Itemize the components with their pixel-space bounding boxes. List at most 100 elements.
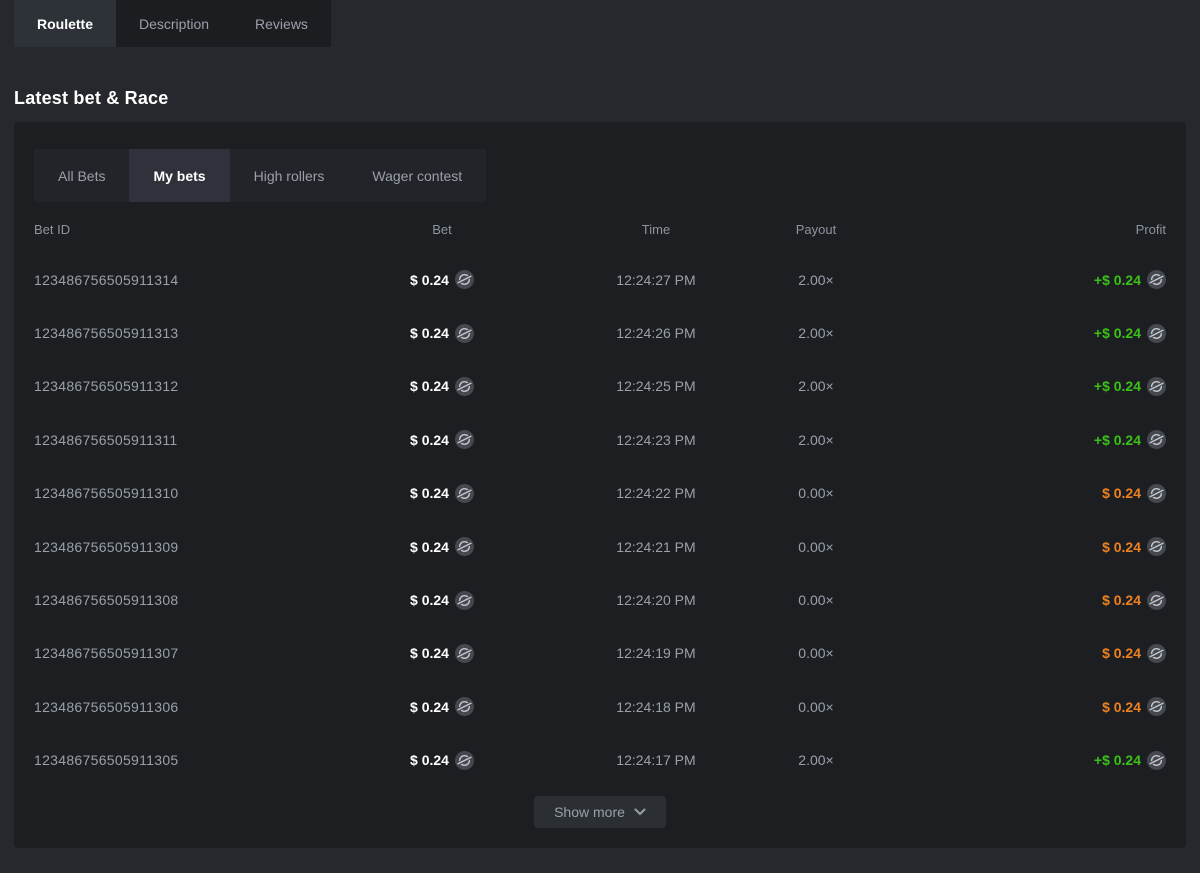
bet-id: 123486756505911314 [34,272,334,288]
profit-amount: +$ 0.24 [1094,752,1141,768]
bet-id: 123486756505911311 [34,432,334,448]
profit-amount: $ 0.24 [1102,699,1141,715]
chevron-down-icon [634,808,646,816]
tab-high-rollers[interactable]: High rollers [230,149,349,202]
tab-roulette[interactable]: Roulette [14,0,116,47]
bet-amount: $ 0.24 [410,699,449,715]
bet-time: 12:24:23 PM [550,432,762,448]
bet-amount: $ 0.24 [410,272,449,288]
stellar-coin-icon [455,324,474,343]
stellar-coin-icon [1147,697,1166,716]
bet-time: 12:24:25 PM [550,378,762,394]
bet-row: 123486756505911307 $ 0.24 12:24:19 PM 0.… [34,627,1166,680]
bet-row: 123486756505911306 $ 0.24 12:24:18 PM 0.… [34,680,1166,733]
stellar-coin-icon [1147,270,1166,289]
bet-payout: 0.00× [762,645,870,661]
column-header-payout: Payout [762,222,870,237]
bet-row: 123486756505911311 $ 0.24 12:24:23 PM 2.… [34,413,1166,466]
stellar-coin-icon [455,377,474,396]
tab-reviews[interactable]: Reviews [232,0,331,47]
stellar-coin-icon [1147,377,1166,396]
bet-amount: $ 0.24 [410,592,449,608]
bet-profit-cell: +$ 0.24 [870,270,1166,289]
profit-amount: $ 0.24 [1102,539,1141,555]
bet-row: 123486756505911310 $ 0.24 12:24:22 PM 0.… [34,467,1166,520]
bet-payout: 2.00× [762,325,870,341]
column-header-time: Time [550,222,762,237]
bet-profit-cell: +$ 0.24 [870,751,1166,770]
bet-id: 123486756505911309 [34,539,334,555]
game-tabs: Roulette Description Reviews [14,0,331,47]
bet-id: 123486756505911306 [34,699,334,715]
bet-profit-cell: +$ 0.24 [870,377,1166,396]
bet-profit-cell: +$ 0.24 [870,430,1166,449]
stellar-coin-icon [455,430,474,449]
tab-all-bets[interactable]: All Bets [34,149,129,202]
bet-amount-cell: $ 0.24 [334,377,550,396]
tab-my-bets[interactable]: My bets [129,149,229,202]
profit-amount: +$ 0.24 [1094,325,1141,341]
bet-id: 123486756505911313 [34,325,334,341]
bet-time: 12:24:19 PM [550,645,762,661]
stellar-coin-icon [1147,537,1166,556]
bet-amount-cell: $ 0.24 [334,751,550,770]
bet-amount-cell: $ 0.24 [334,591,550,610]
bet-payout: 0.00× [762,592,870,608]
bets-table-header: Bet ID Bet Time Payout Profit [34,206,1166,253]
show-more-label: Show more [554,804,625,820]
bet-row: 123486756505911309 $ 0.24 12:24:21 PM 0.… [34,520,1166,573]
stellar-coin-icon [455,270,474,289]
bet-profit-cell: $ 0.24 [870,484,1166,503]
bet-amount: $ 0.24 [410,645,449,661]
latest-bets-panel: All Bets My bets High rollers Wager cont… [14,122,1186,848]
stellar-coin-icon [455,751,474,770]
bets-filter-tabs: All Bets My bets High rollers Wager cont… [34,149,486,202]
bet-row: 123486756505911308 $ 0.24 12:24:20 PM 0.… [34,573,1166,626]
bet-amount: $ 0.24 [410,325,449,341]
bet-payout: 0.00× [762,539,870,555]
bet-amount-cell: $ 0.24 [334,484,550,503]
profit-amount: +$ 0.24 [1094,272,1141,288]
bet-payout: 0.00× [762,485,870,501]
profit-amount: $ 0.24 [1102,592,1141,608]
bet-id: 123486756505911312 [34,378,334,394]
bet-time: 12:24:21 PM [550,539,762,555]
column-header-bet-id: Bet ID [34,222,334,237]
section-title: Latest bet & Race [14,88,1200,109]
stellar-coin-icon [1147,430,1166,449]
bet-payout: 2.00× [762,752,870,768]
bet-row: 123486756505911305 $ 0.24 12:24:17 PM 2.… [34,734,1166,787]
stellar-coin-icon [1147,484,1166,503]
bet-time: 12:24:27 PM [550,272,762,288]
bet-time: 12:24:20 PM [550,592,762,608]
column-header-profit: Profit [870,222,1166,237]
bet-amount: $ 0.24 [410,752,449,768]
stellar-coin-icon [455,644,474,663]
bet-id: 123486756505911310 [34,485,334,501]
bet-row: 123486756505911314 $ 0.24 12:24:27 PM 2.… [34,253,1166,306]
bets-table-body: 123486756505911314 $ 0.24 12:24:27 PM 2.… [34,253,1166,787]
tab-description[interactable]: Description [116,0,232,47]
bet-amount: $ 0.24 [410,432,449,448]
bet-id: 123486756505911307 [34,645,334,661]
stellar-coin-icon [1147,751,1166,770]
profit-amount: $ 0.24 [1102,485,1141,501]
bet-amount: $ 0.24 [410,378,449,394]
stellar-coin-icon [455,591,474,610]
tab-wager-contest[interactable]: Wager contest [348,149,486,202]
bet-amount-cell: $ 0.24 [334,324,550,343]
bet-amount-cell: $ 0.24 [334,697,550,716]
stellar-coin-icon [455,697,474,716]
stellar-coin-icon [455,484,474,503]
bet-time: 12:24:22 PM [550,485,762,501]
bet-id: 123486756505911308 [34,592,334,608]
show-more-button[interactable]: Show more [534,796,666,828]
column-header-bet: Bet [334,222,550,237]
stellar-coin-icon [455,537,474,556]
bet-amount-cell: $ 0.24 [334,430,550,449]
bet-profit-cell: $ 0.24 [870,644,1166,663]
stellar-coin-icon [1147,591,1166,610]
bet-row: 123486756505911312 $ 0.24 12:24:25 PM 2.… [34,360,1166,413]
bet-time: 12:24:26 PM [550,325,762,341]
bet-amount-cell: $ 0.24 [334,644,550,663]
